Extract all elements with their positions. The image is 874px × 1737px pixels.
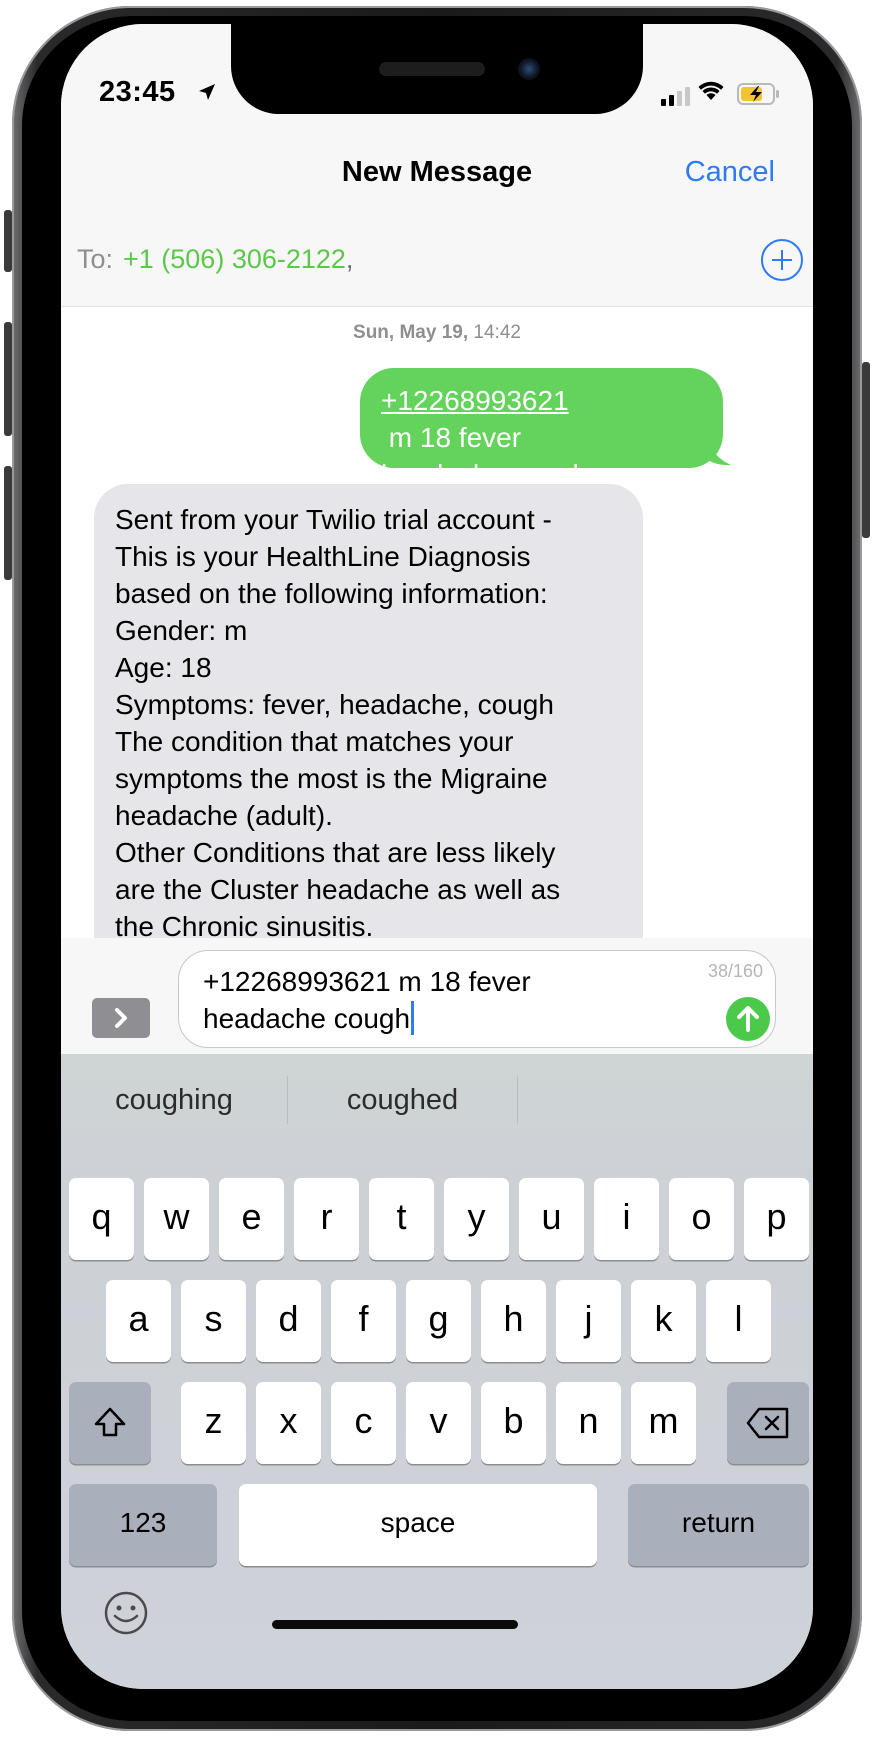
- mute-switch: [4, 210, 12, 272]
- key-r[interactable]: r: [294, 1178, 359, 1260]
- send-button[interactable]: [726, 997, 770, 1041]
- key-f[interactable]: f: [331, 1280, 396, 1362]
- recipient-bar[interactable]: To: +1 (506) 306-2122,: [61, 222, 813, 307]
- signal-icon: [661, 87, 690, 106]
- incoming-line: symptoms the most is the Migraine: [115, 763, 548, 794]
- key-v[interactable]: v: [406, 1382, 471, 1464]
- add-recipient-button[interactable]: [761, 239, 803, 281]
- key-i[interactable]: i: [594, 1178, 659, 1260]
- location-arrow-icon: [199, 84, 215, 100]
- suggestion-coughing[interactable]: coughing: [61, 1084, 287, 1117]
- suggestion-coughed[interactable]: coughed: [288, 1084, 517, 1117]
- wifi-icon: [698, 81, 724, 100]
- key-b[interactable]: b: [481, 1382, 546, 1464]
- key-p[interactable]: p: [744, 1178, 809, 1260]
- screen: 23:45 New Message Cancel To: +1 (506) 30…: [61, 24, 813, 1689]
- notch: [231, 24, 643, 114]
- incoming-line: Age: 18: [115, 652, 212, 683]
- outgoing-text-rest: m 18 fever: [381, 422, 522, 453]
- numbers-key[interactable]: 123: [69, 1484, 217, 1566]
- app-drawer-button[interactable]: [92, 998, 150, 1038]
- incoming-line: headache (adult).: [115, 800, 333, 831]
- message-input-text[interactable]: +12268993621 m 18 fever headache cough: [203, 963, 531, 1037]
- send-arrow-icon: [737, 1006, 759, 1032]
- front-camera: [518, 58, 540, 80]
- recipient-separator: ,: [345, 244, 354, 274]
- delete-key[interactable]: [727, 1382, 809, 1464]
- input-line-2-text: headache cough: [203, 1003, 411, 1034]
- key-z[interactable]: z: [181, 1382, 246, 1464]
- incoming-line: based on the following information:: [115, 578, 548, 609]
- incoming-line: Symptoms: fever, headache, cough: [115, 689, 554, 720]
- key-q[interactable]: q: [69, 1178, 134, 1260]
- key-h[interactable]: h: [481, 1280, 546, 1362]
- compose-bar: +12268993621 m 18 fever headache cough 3…: [61, 938, 813, 1054]
- cancel-button[interactable]: Cancel: [685, 156, 775, 189]
- character-counter: 38/160: [707, 961, 763, 981]
- emoji-icon[interactable]: [103, 1590, 149, 1636]
- key-y[interactable]: y: [444, 1178, 509, 1260]
- incoming-line: Sent from your Twilio trial account -: [115, 504, 552, 535]
- message-timestamp: Sun, May 19, 14:42: [61, 322, 813, 344]
- backspace-icon: [746, 1407, 789, 1439]
- timestamp-date: Sun, May 19,: [353, 322, 469, 343]
- key-n[interactable]: n: [556, 1382, 621, 1464]
- key-j[interactable]: j: [556, 1280, 621, 1362]
- incoming-line: This is your HealthLine Diagnosis: [115, 541, 531, 572]
- key-g[interactable]: g: [406, 1280, 471, 1362]
- key-o[interactable]: o: [669, 1178, 734, 1260]
- space-key[interactable]: space: [239, 1484, 597, 1566]
- key-d[interactable]: d: [256, 1280, 321, 1362]
- text-cursor: [411, 1001, 415, 1035]
- message-input[interactable]: +12268993621 m 18 fever headache cough 3…: [178, 950, 776, 1048]
- incoming-line: Other Conditions that are less likely: [115, 837, 556, 868]
- incoming-line: The condition that matches your: [115, 726, 514, 757]
- key-m[interactable]: m: [631, 1382, 696, 1464]
- to-label: To:: [77, 244, 114, 274]
- key-t[interactable]: t: [369, 1178, 434, 1260]
- outgoing-message-bubble[interactable]: +12268993621 m 18 fever headache cough: [360, 368, 723, 490]
- key-u[interactable]: u: [519, 1178, 584, 1260]
- key-w[interactable]: w: [144, 1178, 209, 1260]
- key-e[interactable]: e: [219, 1178, 284, 1260]
- input-line-2: headache cough: [203, 1000, 531, 1037]
- shift-icon: [94, 1407, 126, 1437]
- incoming-message-bubble[interactable]: Sent from your Twilio trial account - Th…: [94, 484, 643, 1004]
- return-key[interactable]: return: [628, 1484, 809, 1566]
- keyboard: coughing coughed q w e r t y u i o p a s…: [61, 1054, 813, 1689]
- navigation-bar: New Message Cancel: [61, 124, 813, 223]
- earpiece: [379, 62, 485, 76]
- shift-key[interactable]: [69, 1382, 151, 1464]
- timestamp-time: 14:42: [473, 322, 521, 343]
- recipient-chip[interactable]: +1 (506) 306-2122,: [123, 244, 353, 275]
- phone-number-link[interactable]: +12268993621: [381, 385, 569, 416]
- key-s[interactable]: s: [181, 1280, 246, 1362]
- status-time: 23:45: [99, 76, 176, 108]
- incoming-line: Gender: m: [115, 615, 248, 646]
- volume-up-button: [4, 322, 12, 436]
- side-button: [862, 362, 870, 538]
- home-indicator[interactable]: [272, 1620, 518, 1629]
- key-x[interactable]: x: [256, 1382, 321, 1464]
- volume-down-button: [4, 466, 12, 580]
- suggestion-divider: [517, 1076, 518, 1124]
- outgoing-line-1: +12268993621 m 18 fever: [381, 382, 703, 456]
- battery-charging-icon: [737, 83, 779, 105]
- key-l[interactable]: l: [706, 1280, 771, 1362]
- chevron-right-icon: [115, 1008, 127, 1028]
- outgoing-bubble-tail: [701, 438, 731, 466]
- key-a[interactable]: a: [106, 1280, 171, 1362]
- recipient-number: +1 (506) 306-2122: [123, 244, 346, 274]
- key-k[interactable]: k: [631, 1280, 696, 1362]
- input-line-1: +12268993621 m 18 fever: [203, 966, 531, 997]
- key-c[interactable]: c: [331, 1382, 396, 1464]
- incoming-line: are the Cluster headache as well as: [115, 874, 561, 905]
